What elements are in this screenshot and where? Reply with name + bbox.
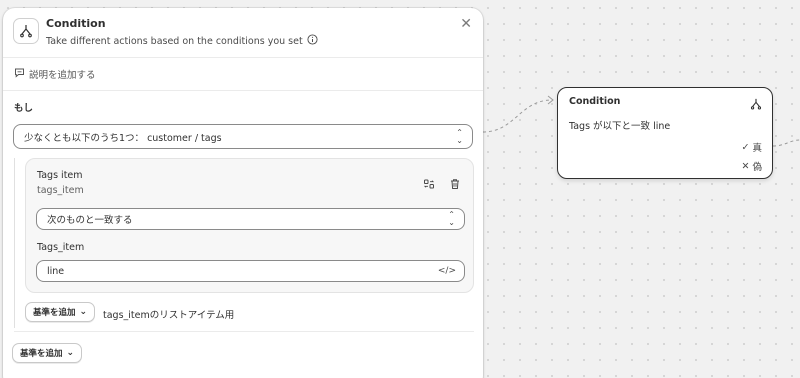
value-field-label: Tags_item [37, 242, 85, 253]
true-branch[interactable]: ✓ 真 [741, 140, 762, 155]
criteria-title: Tags item [37, 170, 83, 181]
criteria-subtitle: tags_item [37, 185, 84, 196]
condition-panel: Condition Take different actions based o… [3, 8, 483, 378]
close-icon[interactable]: ✕ [460, 17, 472, 31]
chevron-down-icon: ⌄ [79, 307, 88, 317]
select-chevron-icon: ⌃ ⌄ [448, 210, 455, 227]
panel-subtitle-row: Take different actions based on the cond… [46, 34, 318, 48]
comment-icon [14, 67, 25, 81]
tags-item-criteria-card: Tags item tags_item 次のものと一致する ⌃ ⌄ Tags_it… [25, 158, 474, 293]
panel-title: Condition [46, 17, 106, 30]
incoming-connector [482, 99, 553, 133]
if-label: もし [14, 103, 34, 114]
add-description-label: 説明を追加する [29, 70, 96, 81]
add-description-link[interactable]: 説明を追加する [14, 67, 96, 81]
check-icon: ✓ [741, 141, 750, 153]
true-branch-connector [772, 139, 800, 147]
select-chevron-icon: ⌃ ⌄ [456, 127, 463, 145]
node-summary: Tags が以下と一致 line [569, 121, 671, 132]
condition-branch-icon [13, 18, 39, 44]
criteria-actions [423, 175, 461, 194]
divider [3, 57, 483, 58]
value-input[interactable]: line </> [36, 260, 465, 282]
operator-select[interactable]: 次のものと一致する ⌃ ⌄ [36, 208, 465, 230]
add-criteria-outer-button[interactable]: 基準を追加 ⌄ [12, 343, 83, 363]
panel-header: Condition Take different actions based o… [3, 8, 483, 58]
swap-icon[interactable] [423, 175, 435, 194]
code-icon[interactable]: </> [438, 266, 456, 276]
divider [14, 331, 474, 332]
condition-group-value: 少なくとも以下のうち1つ： customer / tags [24, 132, 222, 144]
node-title: Condition [569, 96, 621, 107]
info-icon[interactable] [307, 34, 318, 48]
chevron-down-icon: ⌄ [66, 348, 75, 358]
criteria-indent-line [14, 158, 15, 328]
condition-branch-icon [750, 95, 762, 114]
x-icon: ✕ [741, 160, 750, 172]
add-criteria-label: 基準を追加 [33, 308, 76, 318]
trash-icon[interactable] [449, 175, 461, 194]
divider [3, 90, 483, 91]
condition-node[interactable]: Condition Tags が以下と一致 line ✓ 真 ✕ 偽 [557, 87, 773, 179]
list-item-note: tags_itemのリストアイテム用 [103, 310, 235, 321]
condition-group-select[interactable]: 少なくとも以下のうち1つ： customer / tags ⌃ ⌄ [13, 124, 473, 149]
false-branch[interactable]: ✕ 偽 [741, 159, 762, 174]
add-criteria-inner-button[interactable]: 基準を追加 ⌄ [25, 302, 96, 322]
true-branch-label: 真 [752, 143, 762, 154]
operator-value: 次のものと一致する [47, 215, 133, 226]
value-input-text: line [47, 265, 65, 277]
add-criteria-label: 基準を追加 [20, 349, 63, 359]
false-branch-label: 偽 [752, 162, 762, 173]
panel-subtitle: Take different actions based on the cond… [46, 35, 303, 47]
